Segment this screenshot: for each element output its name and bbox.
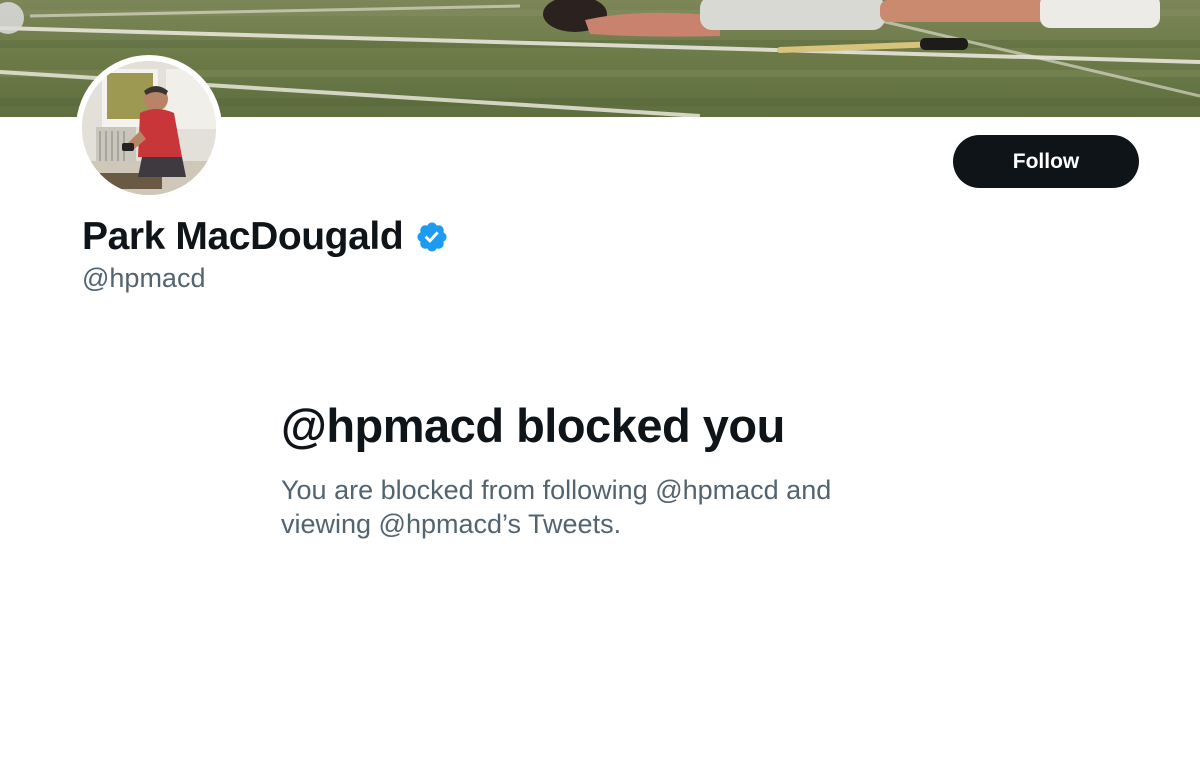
verified-badge-icon[interactable]: [415, 220, 449, 254]
avatar-image: [82, 61, 216, 195]
blocked-title: @hpmacd blocked you: [281, 399, 785, 452]
follow-button[interactable]: Follow: [953, 135, 1139, 188]
blocked-description-line-2: viewing @hpmacd’s Tweets.: [281, 509, 622, 539]
profile-name-row: Park MacDougald: [82, 212, 449, 262]
avatar[interactable]: [82, 61, 216, 195]
profile-handle: @hpmacd: [82, 263, 206, 293]
blocked-description-line-1: You are blocked from following @hpmacd a…: [281, 475, 832, 505]
blocked-description: You are blocked from following @hpmacd a…: [281, 473, 921, 541]
display-name: Park MacDougald: [82, 215, 404, 258]
avatar-ring: [76, 55, 222, 201]
